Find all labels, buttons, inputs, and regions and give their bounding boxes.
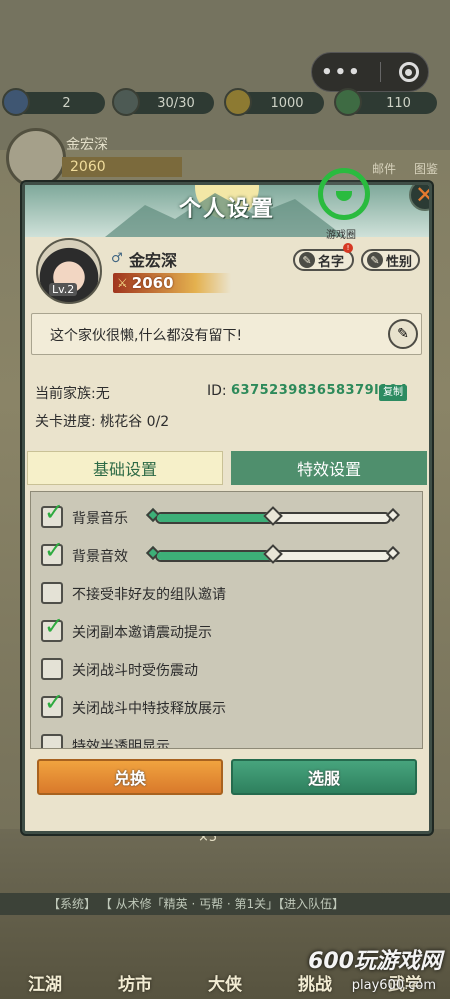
signature-box: 这个家伙很懒,什么都没有留下! ✎ [31,313,422,355]
background-menu-mail: 邮件 [372,162,397,176]
crossed-swords-icon: ⚔ [117,276,128,290]
setting-row-translucent: 特效半透明显示 [31,734,422,749]
sfx-checkbox[interactable]: ✓ [41,536,64,566]
game-circle-label: 游戏圈 [326,230,356,241]
setting-label: 关闭战斗时受伤震动 [72,663,198,679]
target-icon[interactable] [398,62,419,82]
bgm-volume-slider[interactable] [145,506,401,526]
resource-value: 2 [62,95,71,111]
tab-effect-settings[interactable]: 特效设置 [231,451,427,485]
capsule-divider [379,62,381,82]
player-level: Lv.2 [49,283,78,296]
coin-icon [224,88,252,116]
jade-icon [334,88,362,116]
check-icon: ✓ [44,536,65,564]
nav-item-market: 坊市 [118,975,152,995]
resource-value: 1000 [270,95,304,111]
setting-row-dungeon-vibrate: ✓ 关闭副本邀请震动提示 [31,612,422,644]
rename-label: 名字 [318,254,345,270]
slider-knob[interactable] [263,506,283,526]
nav-item-jianghu: 江湖 [28,975,62,995]
resource-gems[interactable]: 2 [2,88,105,116]
setting-label: 背景音效 [72,549,128,565]
resource-stamina[interactable]: 30/30 [112,88,214,116]
slider-right-cap [385,545,401,561]
mini-program-capsule[interactable]: ••• [311,52,429,92]
feather-icon: ✎ [367,252,383,268]
check-icon: ✓ [44,612,65,640]
power-value: 2060 [131,274,174,292]
watermark: 600玩游戏网 [308,949,442,974]
setting-row-skill-display: ✓ 关闭战斗中特技释放展示 [31,688,422,720]
stamina-icon [112,88,140,116]
background-menu-guide: 图鉴 [414,162,439,176]
edit-signature-button[interactable]: ✎ [388,319,418,349]
id-label: ID: [207,383,227,399]
personal-settings-dialog: 个人设置 ✕ Lv.2 ♂ 金宏深 ⚔ 2060 ✎ 名字 ! ✎ 性别 这个家… [22,182,432,834]
slider-right-cap [385,507,401,523]
close-icon: ✕ [415,185,429,209]
gender-label: 性别 [386,254,413,270]
background-player-name: 金宏深 [66,137,108,153]
gender-button[interactable]: ✎ 性别 [361,249,420,271]
more-dots-icon[interactable]: ••• [321,62,362,83]
player-name: 金宏深 [129,251,178,270]
dungeon-vibrate-checkbox[interactable]: ✓ [41,612,64,642]
gem-icon [2,88,30,116]
hurt-vibrate-checkbox[interactable] [41,658,63,680]
setting-row-bgm: ✓ 背景音乐 [31,498,422,530]
background-player-avatar [6,128,66,188]
setting-label: 关闭副本邀请震动提示 [72,625,212,641]
edit-icon: ✎ [397,326,409,342]
setting-row-sfx: ✓ 背景音效 [31,536,422,568]
tab-basic-settings[interactable]: 基础设置 [27,451,223,485]
background-chat-bar: 【系统】 【 从术修「精英 · 丐帮 · 第1关」【进入队伍】 [0,893,450,915]
watermark-url: play600.com [351,978,436,993]
skill-display-checkbox[interactable]: ✓ [41,688,64,718]
setting-label: 不接受非好友的组队邀请 [72,587,226,603]
bgm-checkbox[interactable]: ✓ [41,498,64,528]
setting-row-hurt-vibrate: 关闭战斗时受伤震动 [31,658,422,682]
stage-progress: 关卡进度: 桃花谷 0/2 [35,414,170,430]
check-icon: ✓ [44,498,65,526]
resource-jade[interactable]: 110 [334,88,437,116]
select-server-button[interactable]: 选服 [231,759,417,795]
signature-text: 这个家伙很懒,什么都没有留下! [50,328,243,344]
team-invite-checkbox[interactable] [41,582,63,604]
power-bar: ⚔ 2060 [113,273,231,293]
exchange-button[interactable]: 兑换 [37,759,223,795]
nav-item-hero: 大侠 [208,975,242,995]
sfx-volume-slider[interactable] [145,544,401,564]
copy-id-button[interactable]: 复制 [379,385,407,401]
translucent-checkbox[interactable] [41,734,63,748]
setting-label: 背景音乐 [72,511,128,527]
game-circle-icon[interactable] [318,168,370,220]
check-icon: ✓ [44,688,65,716]
setting-row-team-invite: 不接受非好友的组队邀请 [31,582,422,606]
slider-fill [157,514,273,522]
setting-label: 关闭战斗中特技释放展示 [72,701,226,717]
resource-value: 110 [386,95,411,111]
notification-dot: ! [343,243,353,253]
resource-coins[interactable]: 1000 [224,88,324,116]
slider-fill [157,552,273,560]
settings-panel: ✓ 背景音乐 ✓ 背景音效 不接受非好友的组队邀请 ✓ 关闭副本邀请震动提示 关… [30,491,423,749]
family-info: 当前家族:无 [35,386,110,402]
setting-label: 特效半透明显示 [72,739,170,749]
resource-value: 30/30 [157,95,195,111]
slider-knob[interactable] [263,544,283,564]
male-icon: ♂ [111,251,123,266]
feather-icon: ✎ [299,252,315,268]
background-player-power: 2060 [62,157,182,177]
